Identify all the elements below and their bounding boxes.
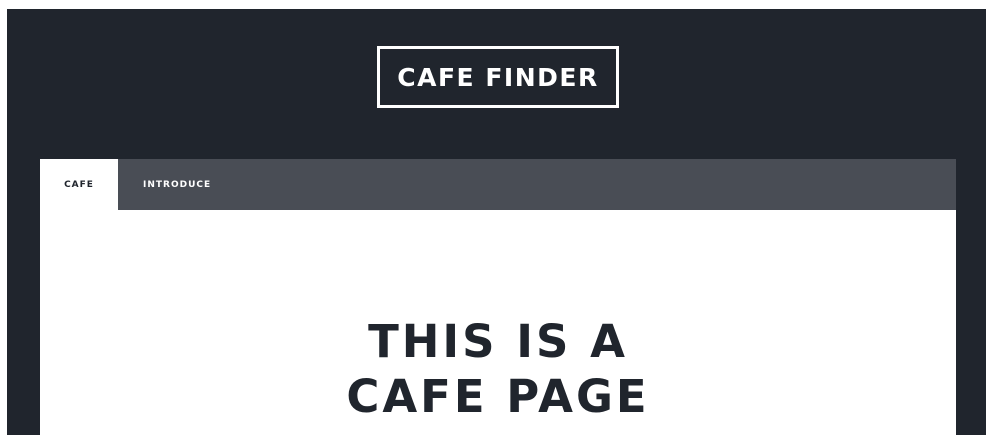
content-card: CAFE INTRODUCE THIS IS A CAFE PAGE: [40, 159, 956, 435]
tab-introduce[interactable]: INTRODUCE: [118, 159, 236, 210]
hero-title: THIS IS A CAFE PAGE: [346, 314, 649, 423]
hero-title-line-1: THIS IS A: [368, 315, 628, 368]
tab-cafe[interactable]: CAFE: [40, 159, 118, 210]
tab-bar: CAFE INTRODUCE: [40, 159, 956, 210]
hero-section: THIS IS A CAFE PAGE: [40, 210, 956, 435]
page-frame: CAFE FINDER CAFE INTRODUCE THIS IS A CAF…: [7, 9, 986, 435]
hero-title-line-2: CAFE PAGE: [346, 370, 650, 423]
site-logo[interactable]: CAFE FINDER: [377, 46, 619, 108]
site-logo-text: CAFE FINDER: [397, 62, 599, 92]
